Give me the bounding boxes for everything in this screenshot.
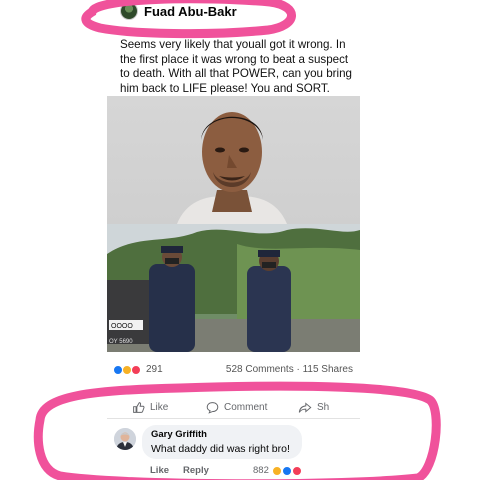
love-reaction-icon bbox=[291, 465, 302, 476]
comment-label: Comment bbox=[224, 402, 268, 413]
share-label: Sh bbox=[317, 402, 330, 413]
comment-like-button[interactable]: Like bbox=[150, 465, 169, 476]
comment-reaction-count: 882 bbox=[253, 465, 269, 476]
svg-text:OOOO: OOOO bbox=[111, 323, 133, 330]
reaction-summary[interactable]: 291 bbox=[113, 364, 163, 375]
post-photo-police[interactable]: OOOO OY 5690 bbox=[107, 224, 360, 352]
post-text: Seems very likely that youall got it wro… bbox=[120, 38, 352, 95]
commenter-avatar[interactable] bbox=[114, 428, 136, 450]
comment-reactions[interactable]: 882 bbox=[253, 465, 302, 476]
like-button[interactable]: Like bbox=[132, 401, 168, 414]
author-name[interactable]: Fuad Abu-Bakr bbox=[144, 4, 237, 19]
love-reaction-icon bbox=[131, 364, 141, 375]
author-avatar[interactable] bbox=[120, 2, 138, 20]
comment-bubble: Gary Griffith What daddy did was right b… bbox=[142, 425, 302, 459]
comment-bubble-icon bbox=[206, 402, 219, 414]
reaction-count: 291 bbox=[146, 364, 163, 375]
divider bbox=[107, 418, 360, 419]
police-scene-illustration: OOOO OY 5690 bbox=[107, 224, 360, 352]
like-label: Like bbox=[150, 402, 169, 413]
comment-button[interactable]: Comment bbox=[206, 401, 267, 414]
commenter-name[interactable]: Gary Griffith bbox=[151, 429, 293, 440]
share-button[interactable]: Sh bbox=[298, 401, 329, 414]
comment-text: What daddy did was right bro! bbox=[151, 443, 290, 455]
haha-reaction-icon bbox=[271, 465, 282, 476]
share-arrow-icon bbox=[298, 402, 312, 413]
post-photo-mugshot[interactable] bbox=[107, 96, 360, 224]
comment-reply-button[interactable]: Reply bbox=[183, 465, 209, 476]
comment-actions: Like Reply bbox=[150, 465, 209, 476]
divider bbox=[107, 388, 360, 389]
thumbs-up-icon bbox=[133, 402, 145, 413]
face-illustration bbox=[177, 112, 287, 224]
vehicle-plate-text: OY 5690 bbox=[109, 339, 133, 345]
like-reaction-icon bbox=[281, 465, 292, 476]
post-header: Fuad Abu-Bakr bbox=[120, 0, 237, 22]
comments-shares-count[interactable]: 528 Comments · 115 Shares bbox=[226, 364, 353, 375]
person-avatar-icon bbox=[114, 428, 136, 450]
